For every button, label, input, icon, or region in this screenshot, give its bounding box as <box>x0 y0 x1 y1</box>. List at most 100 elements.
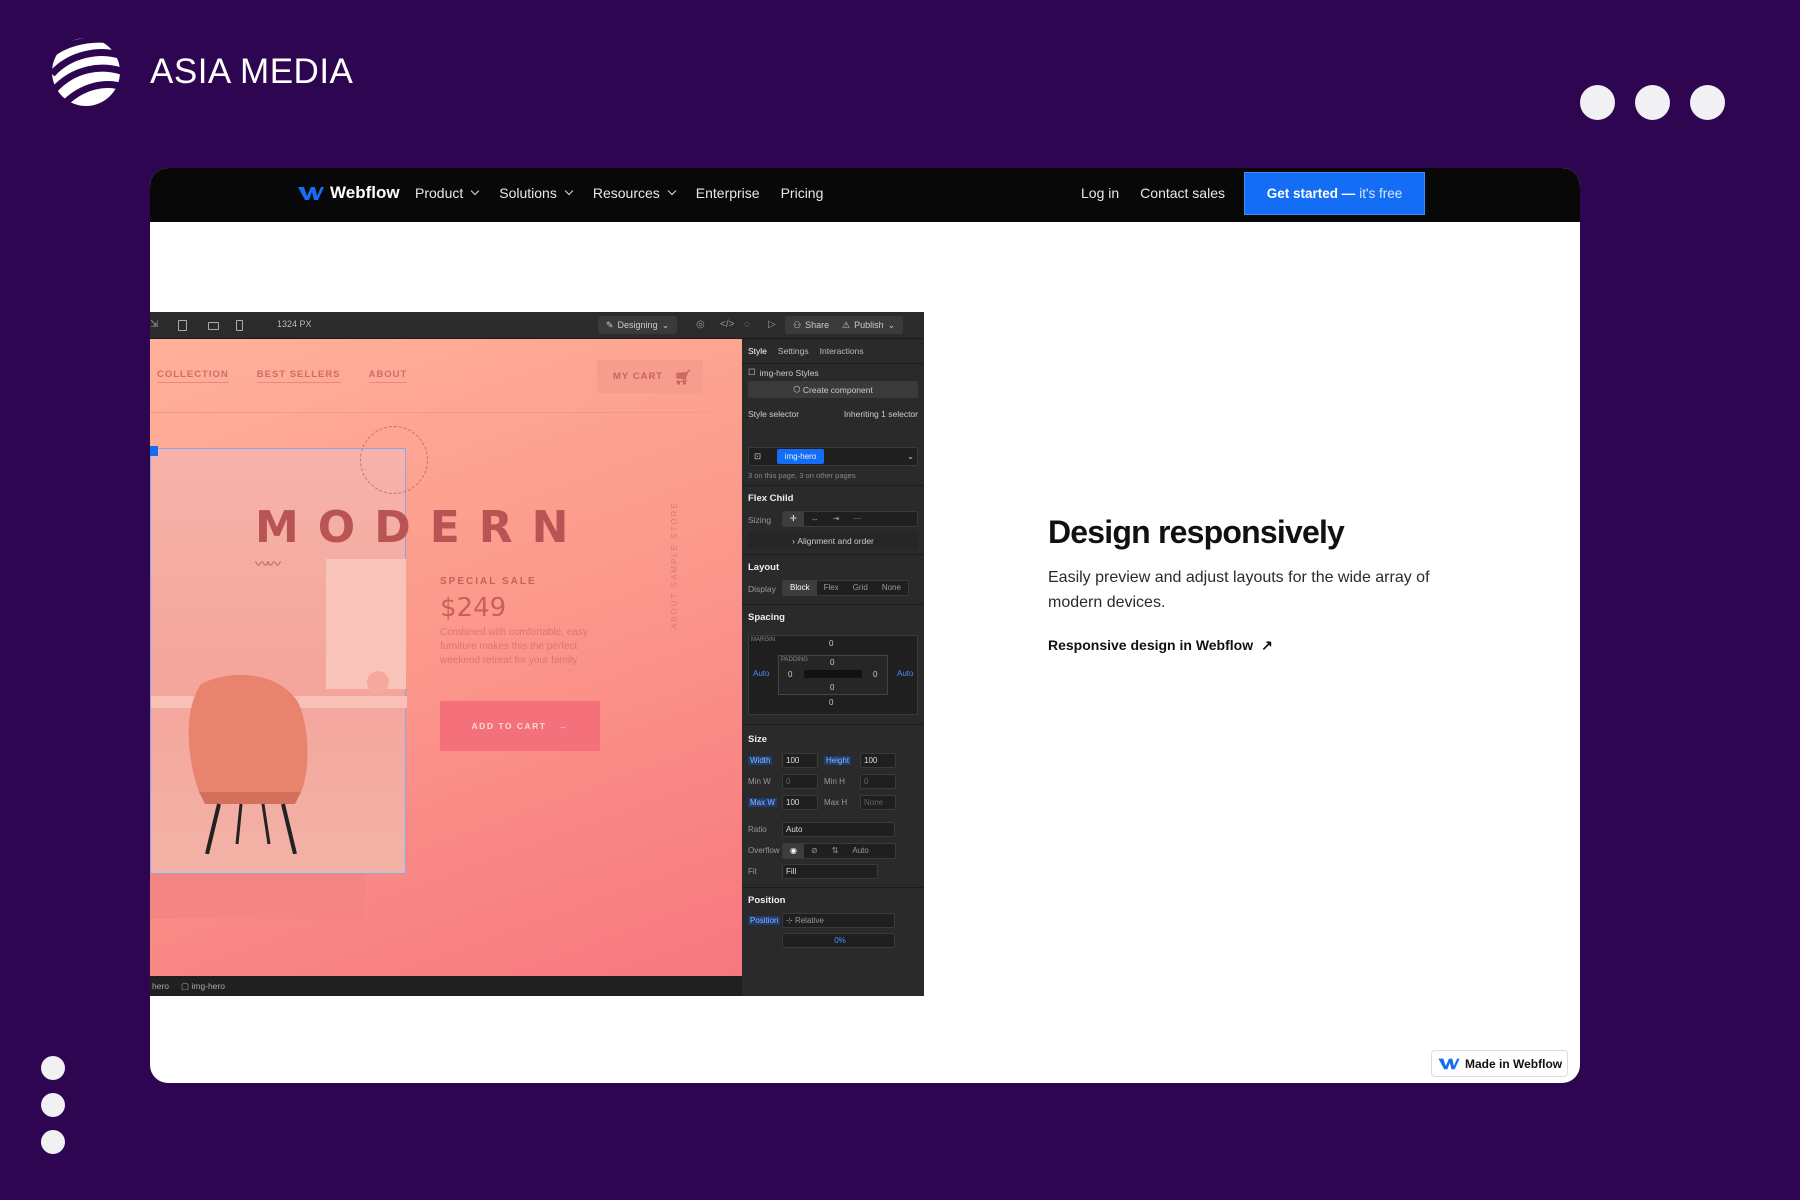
my-cart-button[interactable]: MY CART 🛒︎ <box>597 360 703 393</box>
check-icon[interactable]: ◎ <box>696 319 705 330</box>
checkbox-icon[interactable]: ☐ <box>748 367 756 378</box>
webflow-logo[interactable]: Webflow <box>298 183 400 203</box>
overflow-control[interactable]: ◉ ⊘ ⇅ Auto <box>782 843 896 859</box>
landscape-icon <box>208 322 219 330</box>
nav-product-label: Product <box>415 185 464 201</box>
nav-product[interactable]: Product <box>415 185 480 201</box>
product-description: Combined with comfortable, easy furnitur… <box>440 627 588 666</box>
max-height-field[interactable]: None <box>860 795 896 810</box>
made-in-webflow-badge[interactable]: Made in Webflow <box>1431 1050 1568 1077</box>
chevron-down-icon[interactable]: ⌄ <box>907 451 914 462</box>
sizing-option-icon[interactable]: ↔ <box>804 512 826 526</box>
sizing-option-icon[interactable]: ⇥ <box>826 512 847 526</box>
padding-right[interactable]: 0 <box>873 670 877 679</box>
asia-media-logo-icon <box>50 36 122 107</box>
offset-field[interactable]: 0% <box>782 933 895 948</box>
alignment-button[interactable]: › Alignment and order <box>748 532 918 549</box>
margin-top[interactable]: 0 <box>829 639 833 648</box>
decor-dot <box>41 1130 65 1154</box>
nav-pricing[interactable]: Pricing <box>781 185 824 201</box>
padding-top[interactable]: 0 <box>830 658 834 667</box>
display-none[interactable]: None <box>875 581 908 595</box>
padding-bottom[interactable]: 0 <box>830 683 834 692</box>
code-icon[interactable]: </> <box>720 319 734 330</box>
style-selector-field[interactable] <box>748 447 918 466</box>
sizing-control[interactable]: ✛ ↔ ⇥ ⋯ <box>782 511 918 527</box>
position-select[interactable]: ⊹ Relative <box>782 913 895 928</box>
width-field[interactable]: 100 <box>782 753 818 768</box>
vase <box>367 671 389 693</box>
nav-enterprise[interactable]: Enterprise <box>696 185 760 201</box>
content-box <box>804 670 862 678</box>
width-readout: 1324 PX <box>277 319 312 329</box>
circle-stamp <box>360 426 428 494</box>
tab-interactions[interactable]: Interactions <box>820 346 864 356</box>
nav-solutions[interactable]: Solutions <box>499 185 574 201</box>
designing-dropdown[interactable]: ✎ Designing ⌄ <box>598 316 678 334</box>
add-to-cart-button[interactable]: ADD TO CART → <box>440 701 600 751</box>
sale-label: SPECIAL SALE <box>440 576 537 587</box>
layout-heading: Layout <box>748 562 780 573</box>
decor-dots-top <box>1580 85 1725 120</box>
store-nav-about[interactable]: ABOUT <box>368 369 408 383</box>
tab-settings[interactable]: Settings <box>778 346 809 356</box>
overflow-auto[interactable]: Auto <box>845 844 875 858</box>
divider <box>742 724 924 725</box>
display-label: Display <box>748 584 776 594</box>
accent-block <box>150 874 365 919</box>
crumb-hero[interactable]: hero <box>152 981 169 991</box>
nav-resources-label: Resources <box>592 185 660 201</box>
sizing-option-icon[interactable]: ⋯ <box>846 512 868 526</box>
responsive-design-link[interactable]: Responsive design in Webflow ↗ <box>1048 637 1273 654</box>
sizing-label: Sizing <box>748 515 772 525</box>
display-grid[interactable]: Grid <box>846 581 875 595</box>
padding-box[interactable]: PADDING 0 0 0 0 <box>778 655 888 695</box>
panel-tabs: Style Settings Interactions <box>742 339 924 364</box>
position-heading: Position <box>748 895 786 906</box>
create-component-button[interactable]: ⬡ Create component <box>748 381 918 398</box>
crumb-img-hero-label: img-hero <box>191 980 225 991</box>
margin-bottom[interactable]: 0 <box>829 698 833 707</box>
contact-sales-link[interactable]: Contact sales <box>1140 185 1225 201</box>
height-field[interactable]: 100 <box>860 753 896 768</box>
min-width-field[interactable]: 0 <box>782 774 818 789</box>
scroll-icon[interactable]: ⇅ <box>825 844 846 858</box>
class-chip[interactable]: img-hero <box>777 449 824 464</box>
max-width-field[interactable]: 100 <box>782 795 818 810</box>
hidden-icon[interactable]: ⊘ <box>804 844 825 858</box>
style-selector-row: Style selector Inheriting 1 selector <box>748 409 918 419</box>
login-link[interactable]: Log in <box>1081 185 1119 201</box>
usage-note: 3 on this page, 3 on other pages <box>748 471 856 480</box>
width-label: Width <box>748 756 773 765</box>
share-button[interactable]: ⚇ Share <box>785 316 838 334</box>
store-nav-best-sellers[interactable]: BEST SELLERS <box>256 369 341 383</box>
display-block[interactable]: Block <box>783 581 817 595</box>
publish-label: Publish <box>854 320 884 330</box>
selector-icon: ⊡ <box>754 451 762 461</box>
nav-resources[interactable]: Resources <box>592 185 677 201</box>
designer-canvas[interactable]: COLLECTION BEST SELLERS ABOUT MY CART 🛒︎ <box>150 339 742 976</box>
get-started-button[interactable]: Get started — it's free <box>1244 172 1425 215</box>
decor-dot <box>1580 85 1615 120</box>
publish-button[interactable]: ⚠ Publish ⌄ <box>834 316 904 334</box>
margin-right[interactable]: Auto <box>897 669 913 678</box>
crumb-img-hero[interactable]: ▢ img-hero <box>181 981 225 992</box>
comment-icon[interactable]: ◌ <box>744 319 750 330</box>
min-height-field[interactable]: 0 <box>860 774 896 789</box>
ratio-select[interactable]: Auto <box>782 822 895 837</box>
padding-left[interactable]: 0 <box>788 670 792 679</box>
alignment-label: Alignment and order <box>797 535 874 546</box>
visible-icon[interactable]: ◉ <box>783 844 804 858</box>
display-flex[interactable]: Flex <box>817 581 846 595</box>
padding-label: PADDING <box>781 657 808 663</box>
tab-style[interactable]: Style <box>748 346 767 356</box>
preview-icon[interactable]: ▷ <box>768 319 776 330</box>
fit-select[interactable]: Fill <box>782 864 878 879</box>
display-control[interactable]: Block Flex Grid None <box>782 580 909 596</box>
sizing-option-icon[interactable]: ✛ <box>783 512 804 526</box>
chevron-down-icon <box>667 186 677 196</box>
spacing-box[interactable]: MARGIN 0 Auto Auto 0 PADDING 0 0 0 0 <box>748 635 918 715</box>
store-nav-collection[interactable]: COLLECTION <box>157 369 229 383</box>
decor-dot <box>1690 85 1725 120</box>
margin-left[interactable]: Auto <box>753 669 769 678</box>
